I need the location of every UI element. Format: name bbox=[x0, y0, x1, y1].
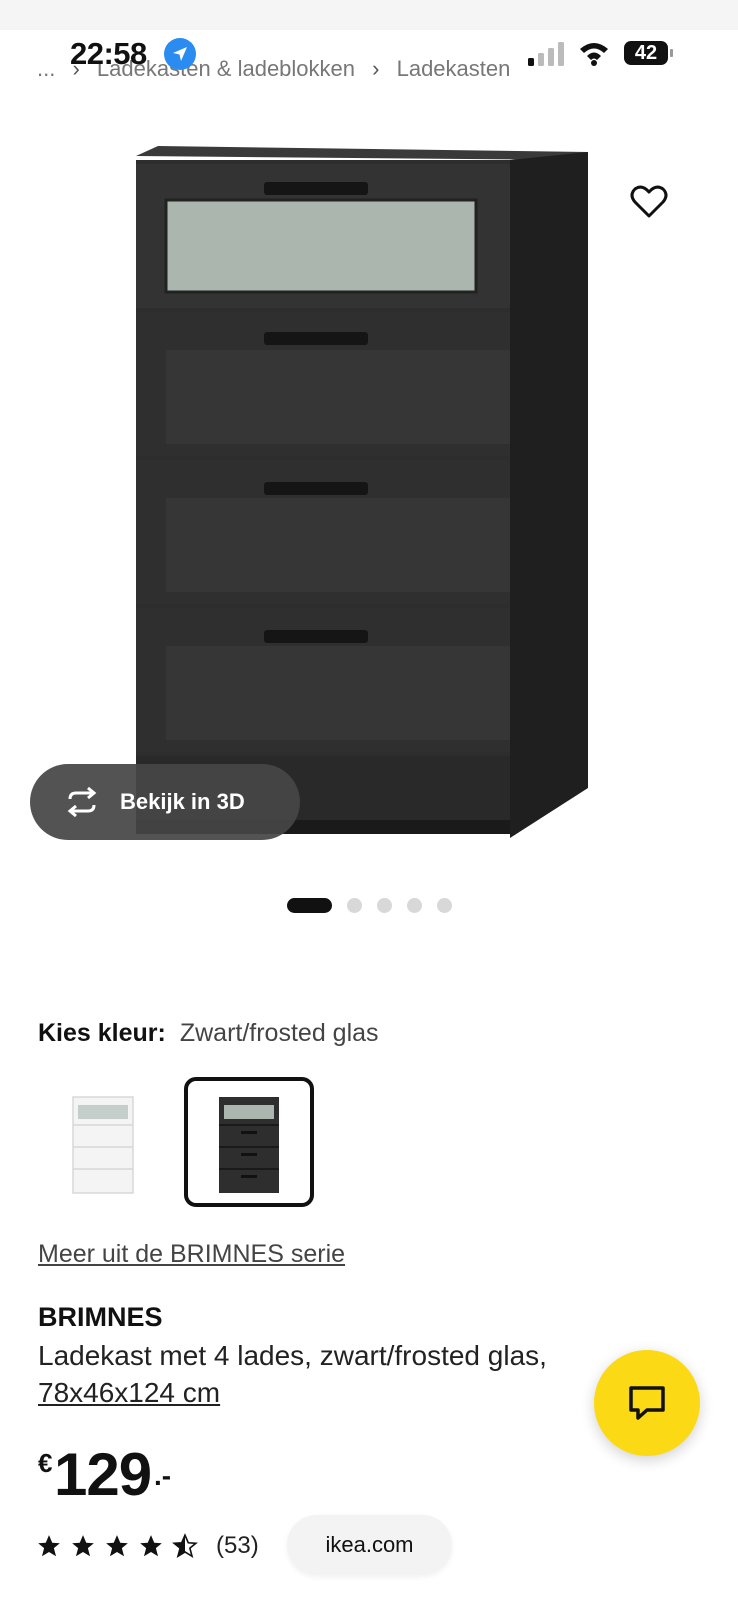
signal-icon bbox=[528, 42, 564, 66]
pagination-dot[interactable] bbox=[347, 898, 362, 913]
colour-value: Zwart/frosted glas bbox=[179, 1019, 379, 1047]
chevron-right-icon: › bbox=[372, 56, 380, 81]
chat-bubble-icon bbox=[629, 1386, 665, 1420]
price-decimals: .- bbox=[154, 1460, 172, 1491]
heart-outline-icon[interactable] bbox=[627, 180, 671, 224]
star-icon bbox=[72, 1535, 94, 1557]
price-currency: € bbox=[38, 1448, 53, 1478]
product-description: Ladekast met 4 lades, zwart/frosted glas… bbox=[38, 1340, 547, 1371]
battery-level: 42 bbox=[624, 41, 668, 65]
product-size-link[interactable]: 78x46x124 cm bbox=[38, 1377, 220, 1409]
status-time: 22:58 bbox=[70, 36, 147, 71]
breadcrumb-item-ladekasten[interactable]: Ladekasten bbox=[397, 56, 511, 82]
series-link[interactable]: Meer uit de BRIMNES serie bbox=[38, 1240, 345, 1269]
browser-url-bar[interactable]: ikea.com bbox=[287, 1515, 452, 1575]
pagination-dot[interactable] bbox=[377, 898, 392, 913]
view-3d-button[interactable]: Bekijk in 3D bbox=[30, 764, 300, 840]
view-3d-label: Bekijk in 3D bbox=[120, 789, 245, 814]
colour-selector: Kies kleur: Zwart/frosted glas bbox=[38, 1019, 379, 1048]
gallery-pagination bbox=[287, 898, 467, 913]
rating-count: (53) bbox=[216, 1532, 259, 1559]
star-icon bbox=[140, 1535, 162, 1557]
battery-icon: 42 bbox=[624, 41, 674, 67]
colour-swatch-black[interactable] bbox=[184, 1077, 314, 1207]
wifi-icon bbox=[580, 43, 608, 66]
star-icon bbox=[38, 1535, 60, 1557]
product-name: BRIMNES bbox=[38, 1302, 163, 1332]
price-amount: 129 bbox=[54, 1441, 152, 1508]
colour-swatch-white[interactable] bbox=[38, 1077, 168, 1207]
product-image[interactable] bbox=[130, 138, 610, 858]
star-half-icon bbox=[172, 1533, 198, 1559]
colour-label: Kies kleur: bbox=[38, 1019, 166, 1047]
star-icon bbox=[106, 1535, 128, 1557]
top-strip bbox=[0, 0, 738, 30]
pagination-dot[interactable] bbox=[437, 898, 452, 913]
pagination-dot-active[interactable] bbox=[287, 898, 332, 913]
pagination-dot[interactable] bbox=[407, 898, 422, 913]
location-icon bbox=[164, 38, 196, 70]
product-rating[interactable]: (53) bbox=[36, 1532, 259, 1560]
breadcrumb-ellipsis[interactable]: ... bbox=[37, 56, 55, 82]
rotate-3d-icon bbox=[67, 787, 97, 817]
chat-button[interactable] bbox=[594, 1350, 700, 1456]
